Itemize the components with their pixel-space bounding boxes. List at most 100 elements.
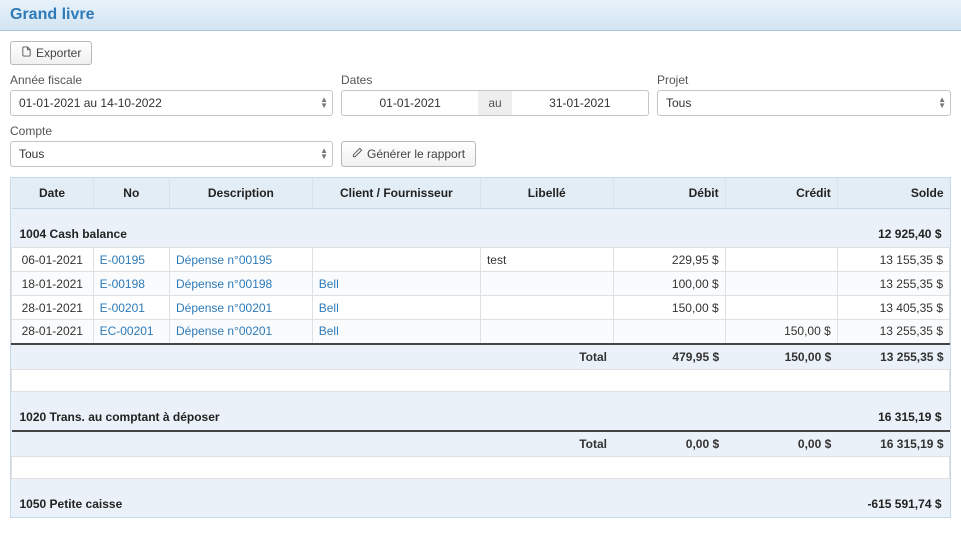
col-sol: Solde bbox=[837, 178, 949, 209]
no-link[interactable]: E-00195 bbox=[100, 253, 145, 267]
export-button[interactable]: Exporter bbox=[10, 41, 92, 65]
col-date: Date bbox=[12, 178, 94, 209]
cell-cf: Bell bbox=[312, 272, 480, 296]
cell-desc: Dépense n°00195 bbox=[170, 248, 313, 272]
section-balance: -615 591,74 $ bbox=[613, 478, 950, 517]
cell-deb bbox=[613, 320, 725, 344]
total-sol: 13 255,35 $ bbox=[837, 344, 949, 370]
date-from-input[interactable]: 01-01-2021 bbox=[341, 90, 478, 116]
desc-link[interactable]: Dépense n°00201 bbox=[176, 301, 272, 315]
fiscal-year-field: Année fiscale 01-01-2021 au 14-10-2022 ▲… bbox=[10, 73, 333, 116]
cell-no: EC-00201 bbox=[93, 320, 169, 344]
spinner-icon: ▲▼ bbox=[938, 97, 946, 109]
table-row: 18-01-2021 E-00198 Dépense n°00198 Bell 100,… bbox=[12, 272, 950, 296]
project-select[interactable]: Tous ▲▼ bbox=[657, 90, 951, 116]
account-select[interactable]: Tous ▲▼ bbox=[10, 141, 333, 167]
project-value: Tous bbox=[666, 96, 691, 110]
cell-cre bbox=[725, 248, 837, 272]
col-no: No bbox=[93, 178, 169, 209]
project-field: Projet Tous ▲▼ bbox=[657, 73, 951, 116]
cell-cf: Bell bbox=[312, 320, 480, 344]
total-cre: 150,00 $ bbox=[725, 344, 837, 370]
section-name: 1004 Cash balance bbox=[12, 209, 614, 248]
col-lib: Libellé bbox=[480, 178, 613, 209]
section-balance: 16 315,19 $ bbox=[613, 391, 950, 431]
cell-cre: 150,00 $ bbox=[725, 320, 837, 344]
table-row: 28-01-2021 EC-00201 Dépense n°00201 Bell 150… bbox=[12, 320, 950, 344]
cell-deb: 229,95 $ bbox=[613, 248, 725, 272]
cell-sol: 13 405,35 $ bbox=[837, 296, 949, 320]
fiscal-year-label: Année fiscale bbox=[10, 73, 333, 87]
account-field: Compte Tous ▲▼ bbox=[10, 124, 333, 167]
controls-panel: Exporter Année fiscale 01-01-2021 au 14-… bbox=[0, 31, 961, 177]
desc-link[interactable]: Dépense n°00201 bbox=[176, 324, 272, 338]
cf-link[interactable]: Bell bbox=[319, 324, 339, 338]
total-deb: 479,95 $ bbox=[613, 344, 725, 370]
desc-link[interactable]: Dépense n°00198 bbox=[176, 277, 272, 291]
pencil-icon bbox=[352, 147, 363, 161]
cell-sol: 13 255,35 $ bbox=[837, 320, 949, 344]
col-cre: Crédit bbox=[725, 178, 837, 209]
export-icon bbox=[21, 46, 32, 60]
cell-no: E-00198 bbox=[93, 272, 169, 296]
total-label: Total bbox=[12, 344, 614, 370]
page-title: Grand livre bbox=[10, 6, 951, 24]
total-deb: 0,00 $ bbox=[613, 431, 725, 457]
col-desc: Description bbox=[170, 178, 313, 209]
table-row: 28-01-2021E-00201Dépense n°00201Bell150,… bbox=[12, 296, 950, 320]
account-label: Compte bbox=[10, 124, 333, 138]
cell-cf: Bell bbox=[312, 296, 480, 320]
project-label: Projet bbox=[657, 73, 951, 87]
cell-cf bbox=[312, 248, 480, 272]
total-label: Total bbox=[12, 431, 614, 457]
cell-deb: 150,00 $ bbox=[613, 296, 725, 320]
date-from-value: 01-01-2021 bbox=[350, 96, 470, 110]
date-to-input[interactable]: 31-01-2021 bbox=[512, 90, 649, 116]
total-sol: 16 315,19 $ bbox=[837, 431, 949, 457]
cell-lib: test bbox=[480, 248, 613, 272]
cell-desc: Dépense n°00201 bbox=[170, 320, 313, 344]
cell-sol: 13 255,35 $ bbox=[837, 272, 949, 296]
cell-no: E-00201 bbox=[93, 296, 169, 320]
spacer-row bbox=[12, 456, 950, 478]
report-panel: Date No Description Client / Fournisseur… bbox=[10, 177, 951, 518]
ledger-table: Date No Description Client / Fournisseur… bbox=[11, 178, 950, 517]
cell-date: 18-01-2021 bbox=[12, 272, 94, 296]
title-bar: Grand livre bbox=[0, 0, 961, 31]
cell-cre bbox=[725, 272, 837, 296]
spinner-icon: ▲▼ bbox=[320, 148, 328, 160]
generate-label: Générer le rapport bbox=[367, 147, 465, 161]
cf-link[interactable]: Bell bbox=[319, 301, 339, 315]
generate-report-button[interactable]: Générer le rapport bbox=[341, 141, 476, 167]
dates-label: Dates bbox=[341, 73, 649, 87]
fiscal-year-value: 01-01-2021 au 14-10-2022 bbox=[19, 96, 162, 110]
account-value: Tous bbox=[19, 147, 44, 161]
table-header-row: Date No Description Client / Fournisseur… bbox=[12, 178, 950, 209]
date-to-value: 31-01-2021 bbox=[520, 96, 640, 110]
no-link[interactable]: E-00201 bbox=[100, 301, 145, 315]
section-header: 1020 Trans. au comptant à déposer16 315,… bbox=[12, 391, 950, 431]
desc-link[interactable]: Dépense n°00195 bbox=[176, 253, 272, 267]
cf-link[interactable]: Bell bbox=[319, 277, 339, 291]
cell-cre bbox=[725, 296, 837, 320]
dates-field: Dates 01-01-2021 au 31-01-2021 bbox=[341, 73, 649, 116]
section-header: 1004 Cash balance12 925,40 $ bbox=[12, 209, 950, 248]
spacer-row bbox=[12, 369, 950, 391]
cell-lib bbox=[480, 296, 613, 320]
table-row: 06-01-2021 E-00195 Dépense n°00195 test229,… bbox=[12, 248, 950, 272]
date-separator: au bbox=[478, 90, 511, 116]
cell-date: 28-01-2021 bbox=[12, 320, 94, 344]
cell-desc: Dépense n°00201 bbox=[170, 296, 313, 320]
cell-lib bbox=[480, 320, 613, 344]
fiscal-year-select[interactable]: 01-01-2021 au 14-10-2022 ▲▼ bbox=[10, 90, 333, 116]
section-name: 1020 Trans. au comptant à déposer bbox=[12, 391, 614, 431]
no-link[interactable]: EC-00201 bbox=[100, 324, 154, 338]
cell-deb: 100,00 $ bbox=[613, 272, 725, 296]
cell-date: 06-01-2021 bbox=[12, 248, 94, 272]
cell-no: E-00195 bbox=[93, 248, 169, 272]
col-cf: Client / Fournisseur bbox=[312, 178, 480, 209]
section-header: 1050 Petite caisse-615 591,74 $ bbox=[12, 478, 950, 517]
cell-lib bbox=[480, 272, 613, 296]
total-row: Total479,95 $150,00 $13 255,35 $ bbox=[12, 344, 950, 370]
no-link[interactable]: E-00198 bbox=[100, 277, 145, 291]
